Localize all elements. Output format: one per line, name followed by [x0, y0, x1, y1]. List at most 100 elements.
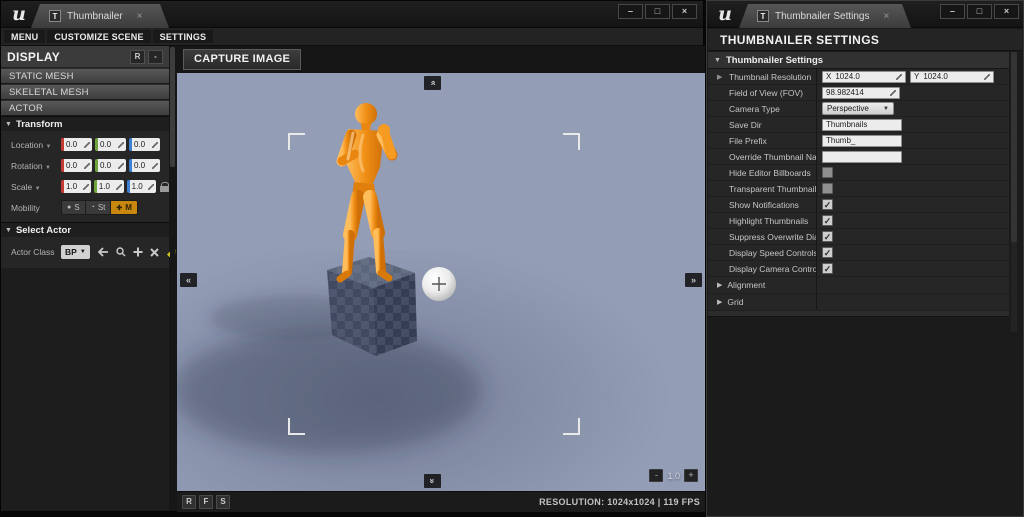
viewport-scene[interactable]: » « » » - 1.0 + — [177, 73, 705, 491]
chevron-down-icon: ▼ — [45, 165, 51, 171]
settings-scrollbar[interactable] — [1011, 52, 1017, 332]
rotation-z-field[interactable]: 0.0 — [129, 159, 160, 172]
capture-image-button[interactable]: CAPTURE IMAGE — [183, 49, 301, 70]
back-arrow-icon[interactable] — [98, 247, 109, 257]
prop-camera-type: Camera Type Perspective▼ — [708, 101, 1009, 117]
menu-item-customize-scene[interactable]: CUSTOMIZE SCENE — [47, 30, 150, 43]
section-actor[interactable]: ACTOR — [1, 100, 169, 116]
pan-down-button[interactable]: » — [424, 474, 441, 488]
pan-right-button[interactable]: » — [685, 273, 702, 287]
tab-thumbnailer-settings[interactable]: T Thumbnailer Settings × — [739, 4, 911, 28]
resolution-x-field[interactable]: X1024.0 — [822, 71, 906, 83]
tab-close-icon[interactable]: × — [884, 11, 890, 22]
rotation-x-field[interactable]: 0.0 — [61, 159, 92, 172]
viewport-statusbar: R F S RESOLUTION: 1024x1024 | 119 FPS — [177, 491, 705, 512]
location-y-field[interactable]: 0.0 — [95, 138, 126, 151]
prop-thumbnail-resolution: ▶Thumbnail Resolution X1024.0 Y1024.0 — [708, 69, 1009, 85]
scale-x-field[interactable]: 1.0 — [61, 180, 91, 193]
section-grid[interactable]: ▶ Grid — [708, 294, 1009, 311]
maximize-button[interactable]: □ — [967, 4, 992, 19]
scale-y-field[interactable]: 1.0 — [94, 180, 124, 193]
transparent-thumbnail-checkbox[interactable] — [822, 183, 833, 194]
drag-icon — [118, 163, 124, 169]
location-label: Location — [11, 140, 43, 150]
rotation-y-field[interactable]: 0.0 — [95, 159, 126, 172]
section-skeletal-mesh[interactable]: SKELETAL MESH — [1, 84, 169, 100]
reset-button[interactable]: R — [130, 50, 145, 64]
settings-category-header[interactable]: ▼ Thumbnailer Settings — [708, 52, 1009, 69]
clear-icon[interactable] — [150, 248, 159, 257]
close-button[interactable]: × — [994, 4, 1019, 19]
resolution-y-field[interactable]: Y1024.0 — [910, 71, 994, 83]
override-name-input[interactable] — [822, 151, 902, 163]
tab-close-icon[interactable]: × — [137, 11, 143, 22]
display-speed-controls-checkbox[interactable] — [822, 247, 833, 258]
scale-row: Scale ▼ 1.0 1.0 1.0 — [1, 176, 169, 197]
fov-field[interactable]: 98.982414 — [822, 87, 900, 99]
transform-header[interactable]: ▼ Transform — [1, 116, 169, 131]
section-alignment[interactable]: ▶ Alignment — [708, 277, 1009, 294]
location-z-field[interactable]: 0.0 — [129, 138, 160, 151]
section-static-mesh[interactable]: STATIC MESH — [1, 68, 169, 84]
expanded-triangle-icon: ▼ — [714, 57, 721, 64]
pan-up-button[interactable]: » — [424, 76, 441, 90]
drag-icon — [152, 142, 158, 148]
menu-item-menu[interactable]: MENU — [4, 30, 45, 43]
show-notifications-checkbox[interactable] — [822, 199, 833, 210]
save-dir-input[interactable] — [822, 119, 902, 131]
select-actor-header[interactable]: ▼ Select Actor — [1, 222, 169, 237]
drag-icon — [116, 184, 122, 190]
mobility-movable-button[interactable]: ✚M — [111, 200, 138, 215]
maximize-button[interactable]: □ — [645, 4, 670, 19]
tab-icon: T — [757, 10, 769, 22]
expanded-triangle-icon: ▼ — [5, 227, 12, 234]
tab-label: Thumbnailer — [67, 11, 123, 22]
drag-icon — [118, 142, 124, 148]
grid-footer — [708, 311, 1009, 317]
display-camera-controls-checkbox[interactable] — [822, 263, 833, 274]
minimize-button[interactable]: – — [618, 4, 643, 19]
hotkey-f-button[interactable]: F — [199, 495, 213, 509]
drag-icon — [890, 90, 896, 96]
expanded-triangle-icon: ▼ — [5, 121, 12, 128]
actor-class-dropdown[interactable]: BP▼ — [61, 245, 90, 259]
hide-billboards-checkbox[interactable] — [822, 167, 833, 178]
highlight-thumbnails-checkbox[interactable] — [822, 215, 833, 226]
menu-item-settings[interactable]: SETTINGS — [153, 30, 214, 43]
zoom-in-button[interactable]: + — [684, 469, 698, 482]
mobility-stationary-button[interactable]: ◔St — [86, 200, 112, 215]
zoom-out-button[interactable]: - — [649, 469, 663, 482]
drag-icon — [152, 163, 158, 169]
capture-bar: CAPTURE IMAGE — [177, 46, 705, 73]
mobility-static-button[interactable]: ●S — [61, 200, 86, 215]
prop-display-speed-controls: Display Speed Controls — [708, 245, 1009, 261]
scale-label: Scale — [11, 182, 32, 192]
hotkey-s-button[interactable]: S — [216, 495, 230, 509]
zoom-value: 1.0 — [667, 471, 680, 481]
location-x-field[interactable]: 0.0 — [61, 138, 92, 151]
file-prefix-input[interactable] — [822, 135, 902, 147]
thumbnailer-window: u T Thumbnailer × – □ × MENU CUSTOMIZE S… — [0, 0, 704, 512]
right-titlebar: u T Thumbnailer Settings × – □ × — [707, 1, 1023, 28]
prop-transparent-thumbnail: Transparent Thumbnail — [708, 181, 1009, 197]
camera-type-dropdown[interactable]: Perspective▼ — [822, 102, 894, 115]
close-button[interactable]: × — [672, 4, 697, 19]
hotkey-r-button[interactable]: R — [182, 495, 196, 509]
left-titlebar: u T Thumbnailer × – □ × — [1, 1, 703, 28]
collapse-button[interactable]: - — [148, 50, 163, 64]
sidebar-scrollbar[interactable] — [170, 46, 175, 511]
lock-icon[interactable] — [160, 182, 169, 192]
settings-page-title: THUMBNAILER SETTINGS — [708, 29, 1022, 51]
tab-thumbnailer[interactable]: T Thumbnailer × — [31, 4, 169, 28]
prop-override-thumbnail-name: Override Thumbnail Name — [708, 149, 1009, 165]
minimize-button[interactable]: – — [940, 4, 965, 19]
browse-icon[interactable] — [116, 247, 126, 257]
drag-icon — [148, 184, 154, 190]
drag-icon — [84, 163, 90, 169]
scale-z-field[interactable]: 1.0 — [127, 180, 157, 193]
pan-left-button[interactable]: « — [180, 273, 197, 287]
add-icon[interactable] — [133, 247, 143, 257]
camera-target-sphere — [422, 267, 456, 301]
suppress-overwrite-checkbox[interactable] — [822, 231, 833, 242]
unreal-logo-icon: u — [9, 4, 29, 24]
